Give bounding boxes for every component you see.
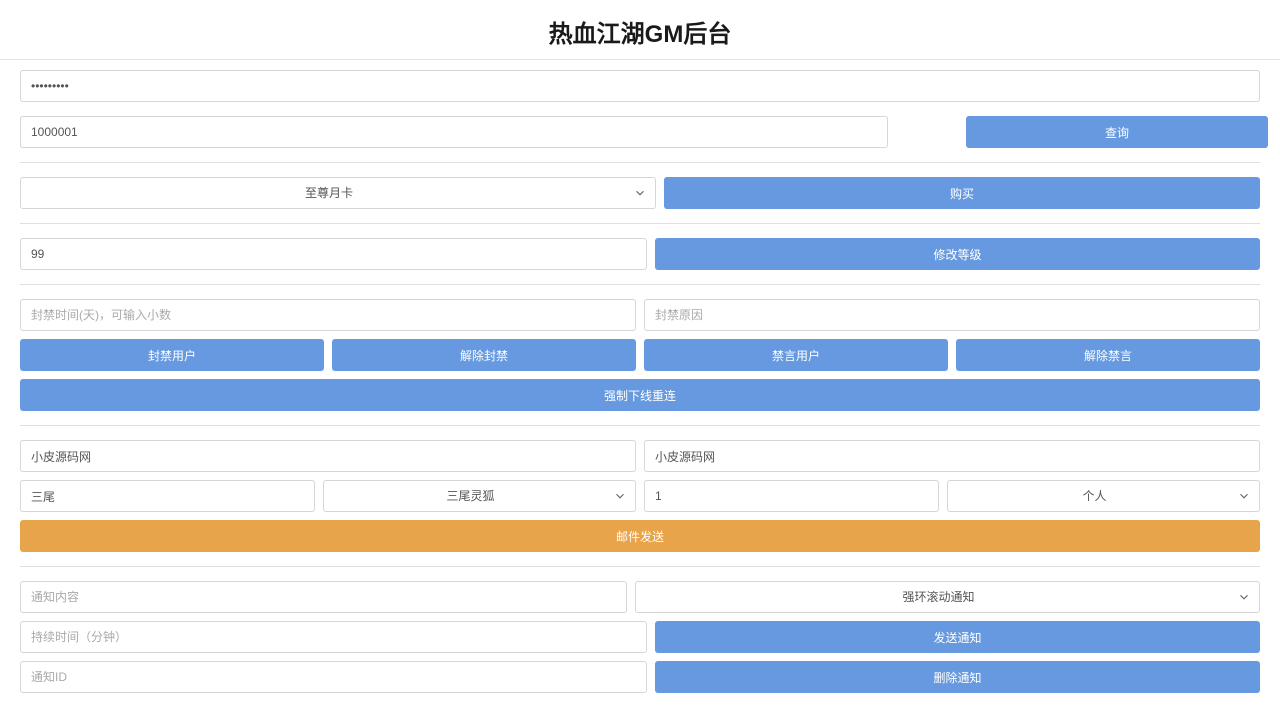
section-level: 修改等级 — [20, 223, 1260, 284]
notify-delete-button[interactable]: 删除通知 — [655, 661, 1260, 693]
mail-scope-select[interactable]: 个人 — [947, 480, 1260, 512]
section-card: 至尊月卡 购买 — [20, 162, 1260, 223]
ban-user-button[interactable]: 封禁用户 — [20, 339, 324, 371]
user-id-input[interactable] — [20, 116, 888, 148]
mail-count-input[interactable] — [644, 480, 939, 512]
notify-send-button[interactable]: 发送通知 — [655, 621, 1260, 653]
unmute-button[interactable]: 解除禁言 — [956, 339, 1260, 371]
unban-button[interactable]: 解除封禁 — [332, 339, 636, 371]
section-ban: 封禁用户 解除封禁 禁言用户 解除禁言 强制下线重连 — [20, 284, 1260, 425]
level-input[interactable] — [20, 238, 647, 270]
force-offline-button[interactable]: 强制下线重连 — [20, 379, 1260, 411]
query-button[interactable]: 查询 — [966, 116, 1268, 148]
ban-reason-input[interactable] — [644, 299, 1260, 331]
mail-send-button[interactable]: 邮件发送 — [20, 520, 1260, 552]
section-query: 查询 — [20, 116, 1260, 162]
notify-duration-input[interactable] — [20, 621, 647, 653]
password-input[interactable] — [20, 70, 1260, 102]
mail-from-input[interactable] — [20, 440, 636, 472]
ban-time-input[interactable] — [20, 299, 636, 331]
modify-level-button[interactable]: 修改等级 — [655, 238, 1260, 270]
mute-user-button[interactable]: 禁言用户 — [644, 339, 948, 371]
page-title: 热血江湖GM后台 — [0, 0, 1280, 59]
section-notify: 强环滚动通知 发送通知 删除通知 — [20, 566, 1260, 707]
mail-item-text-input[interactable] — [20, 480, 315, 512]
section-password — [20, 66, 1260, 116]
notify-id-input[interactable] — [20, 661, 647, 693]
mail-item-select[interactable]: 三尾灵狐 — [323, 480, 636, 512]
mail-to-input[interactable] — [644, 440, 1260, 472]
buy-button[interactable]: 购买 — [664, 177, 1260, 209]
section-mail: 三尾灵狐 个人 邮件发送 — [20, 425, 1260, 566]
notify-content-input[interactable] — [20, 581, 627, 613]
card-select[interactable]: 至尊月卡 — [20, 177, 656, 209]
notify-type-select[interactable]: 强环滚动通知 — [635, 581, 1260, 613]
